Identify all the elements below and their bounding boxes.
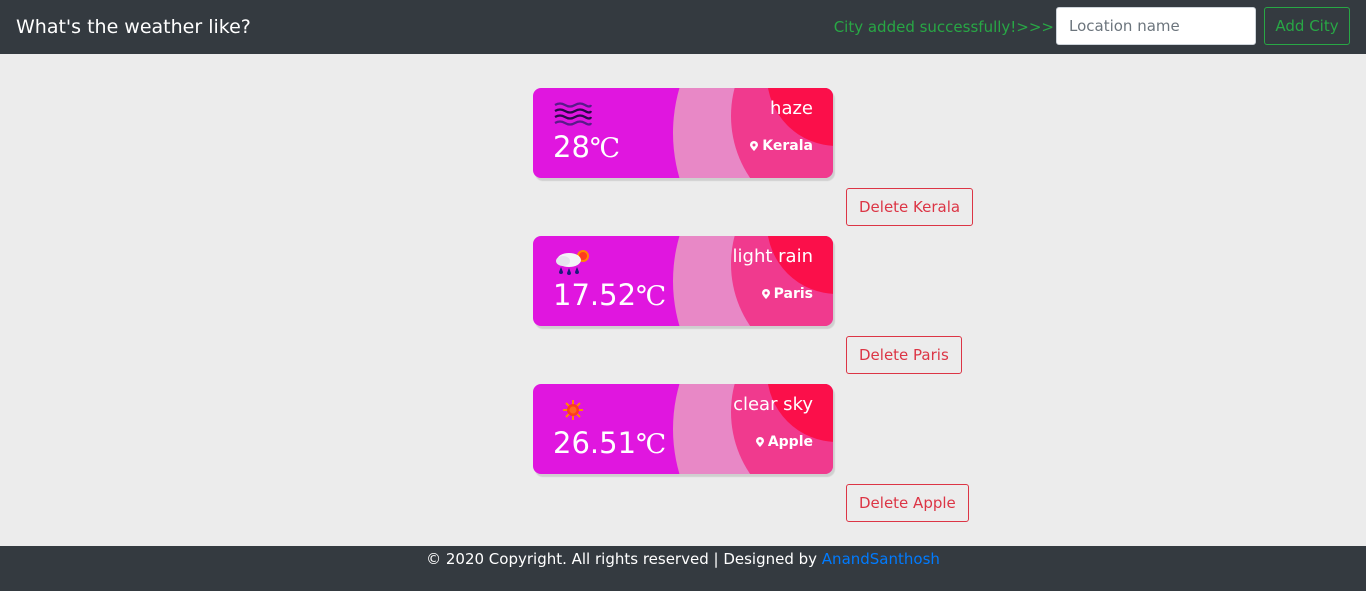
- footer-copyright: © 2020 Copyright. All rights reserved | …: [426, 550, 940, 568]
- haze-icon: [554, 102, 593, 126]
- location-label: Paris: [761, 285, 813, 303]
- map-pin-icon: [750, 141, 759, 151]
- weather-description: haze: [770, 98, 813, 119]
- navbar: What's the weather like? City added succ…: [0, 0, 1366, 54]
- location-label: Apple: [755, 433, 813, 451]
- temperature: 28℃: [553, 130, 621, 164]
- weather-card-paris: 17.52℃ light rain Paris: [533, 236, 833, 326]
- delete-kerala-button[interactable]: Delete Kerala: [846, 188, 974, 226]
- temperature: 26.51℃: [553, 426, 667, 460]
- weather-description: light rain: [732, 246, 813, 267]
- page-title: What's the weather like?: [16, 16, 251, 38]
- delete-paris-button[interactable]: Delete Paris: [846, 336, 962, 374]
- weather-description: clear sky: [733, 394, 813, 415]
- map-pin-icon: [761, 289, 770, 299]
- temperature: 17.52℃: [553, 278, 667, 312]
- status-message: City added successfully!>>>: [833, 18, 1054, 36]
- location-label: Kerala: [750, 137, 813, 155]
- location-input[interactable]: [1056, 7, 1256, 45]
- weather-card-apple: 26.51℃ clear sky Apple: [533, 384, 833, 474]
- light-rain-icon: [556, 250, 589, 275]
- add-city-button[interactable]: Add City: [1264, 7, 1350, 45]
- footer: © 2020 Copyright. All rights reserved | …: [0, 546, 1366, 591]
- clear-sky-icon: [563, 400, 583, 420]
- map-pin-icon: [755, 437, 764, 447]
- weather-card-kerala: 28℃ haze Kerala: [533, 88, 833, 178]
- delete-apple-button[interactable]: Delete Apple: [846, 484, 969, 522]
- author-link[interactable]: AnandSanthosh: [822, 550, 940, 568]
